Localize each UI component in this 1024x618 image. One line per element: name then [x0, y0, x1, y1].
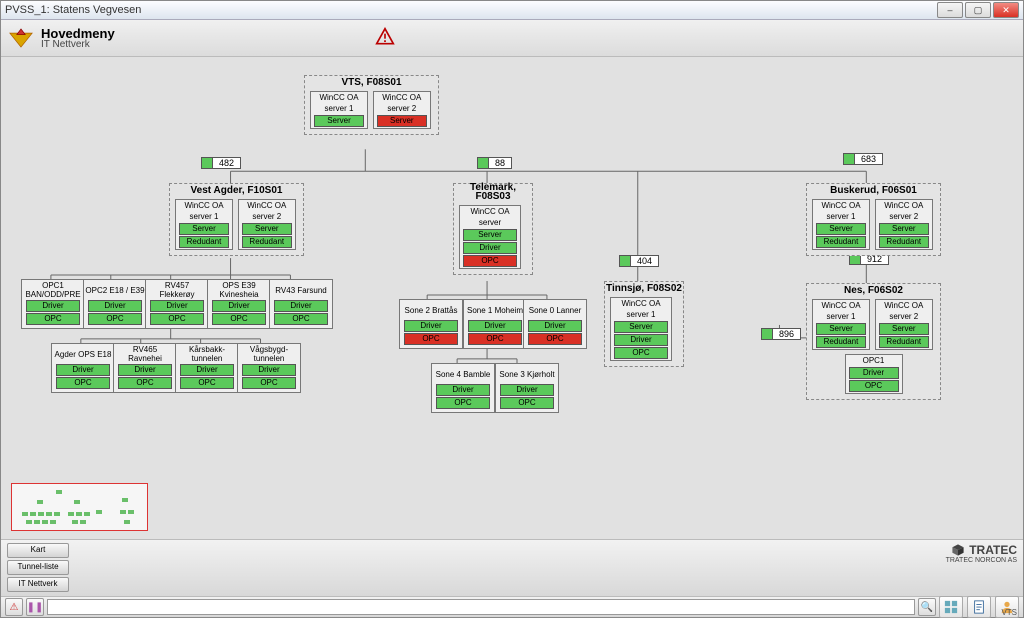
- server-box[interactable]: WinCC OAserver 1ServerRedudant: [175, 199, 233, 250]
- page-title: Hovedmeny: [41, 27, 115, 40]
- unit-box[interactable]: OPS E39 KvinesheiaDriverOPC: [207, 279, 271, 329]
- tunnel-liste-button[interactable]: Tunnel-liste: [7, 560, 69, 575]
- cube-icon: [951, 543, 965, 557]
- columns-button[interactable]: ❚❚: [26, 598, 44, 616]
- grid-icon[interactable]: [939, 596, 963, 618]
- unit-box[interactable]: OPC2 E18 / E39DriverOPC: [83, 279, 147, 329]
- server-box[interactable]: WinCC OAserverServerDriverOPC: [459, 205, 521, 269]
- server-box[interactable]: WinCC OAserver 1Server: [310, 91, 368, 129]
- server-box[interactable]: WinCC OAserver 2ServerRedudant: [238, 199, 296, 250]
- window-title: PVSS_1: Statens Vegvesen: [5, 4, 141, 16]
- unit-box[interactable]: Sone 3 KjørholtDriverOPC: [495, 363, 559, 413]
- group-nes[interactable]: Nes, F06S02 WinCC OAserver 1ServerReduda…: [806, 283, 941, 400]
- warning-icon[interactable]: [375, 27, 395, 50]
- group-buskerud[interactable]: Buskerud, F06S01 WinCC OAserver 1ServerR…: [806, 183, 941, 256]
- group-vts[interactable]: VTS, F08S01 WinCC OAserver 1Server WinCC…: [304, 75, 439, 135]
- group-vest-agder[interactable]: Vest Agder, F10S01 WinCC OAserver 1Serve…: [169, 183, 304, 256]
- status-input[interactable]: [47, 599, 915, 615]
- link-counter: 482: [201, 157, 241, 169]
- server-box[interactable]: WinCC OAserver 1ServerRedudant: [812, 199, 870, 250]
- unit-box[interactable]: RV465 RavneheiDriverOPC: [113, 343, 177, 393]
- status-bar: ⚠ ❚❚ 🔍 VTS: [1, 596, 1023, 617]
- unit-box[interactable]: Agder OPS E18DriverOPC: [51, 343, 115, 393]
- group-telemark[interactable]: Telemark, F08S03 WinCC OAserverServerDri…: [453, 183, 533, 275]
- document-icon[interactable]: [967, 596, 991, 618]
- footer-label: VTS: [1001, 608, 1017, 617]
- page-subtitle: IT Nettverk: [41, 40, 115, 50]
- kart-button[interactable]: Kart: [7, 543, 69, 558]
- search-button[interactable]: 🔍: [918, 598, 936, 616]
- close-button[interactable]: ✕: [993, 2, 1019, 18]
- alert-button[interactable]: ⚠: [5, 598, 23, 616]
- server-box[interactable]: WinCC OAserver 2Server: [373, 91, 431, 129]
- unit-box[interactable]: Vågsbygd-tunnelenDriverOPC: [237, 343, 301, 393]
- server-box[interactable]: WinCC OAserver 2ServerRedudant: [875, 299, 933, 350]
- header: Hovedmeny IT Nettverk: [1, 20, 1023, 57]
- unit-box[interactable]: OPC1 BAN/ODD/PREDriverOPC: [21, 279, 85, 329]
- link-counter: 404: [619, 255, 659, 267]
- group-tinnsjo[interactable]: Tinnsjø, F08S02 WinCC OAserver 1ServerDr…: [604, 281, 684, 367]
- server-box[interactable]: WinCC OAserver 2ServerRedudant: [875, 199, 933, 250]
- minimize-button[interactable]: –: [937, 2, 963, 18]
- unit-box[interactable]: Sone 4 BambleDriverOPC: [431, 363, 495, 413]
- unit-box[interactable]: RV43 FarsundDriverOPC: [269, 279, 333, 329]
- maximize-button[interactable]: ▢: [965, 2, 991, 18]
- server-box[interactable]: WinCC OAserver 1ServerRedudant: [812, 299, 870, 350]
- network-canvas: 482 88 404 683 912 896 VTS, F08S01 WinCC…: [1, 57, 1023, 539]
- unit-box[interactable]: Sone 0 LannerDriverOPC: [523, 299, 587, 349]
- unit-box[interactable]: Kårsbakk-tunnelenDriverOPC: [175, 343, 239, 393]
- svv-logo-icon: [7, 27, 35, 49]
- brand-logo: TRATEC TRATEC NORCON AS: [946, 543, 1017, 564]
- link-counter: 683: [843, 153, 883, 165]
- unit-box[interactable]: RV457 FlekkerøyDriverOPC: [145, 279, 209, 329]
- unit-box[interactable]: Sone 2 BrattåsDriverOPC: [399, 299, 463, 349]
- link-counter: 896: [761, 328, 801, 340]
- server-box[interactable]: WinCC OAserver 1ServerDriverOPC: [610, 297, 672, 361]
- unit-box[interactable]: OPC1DriverOPC: [845, 354, 903, 394]
- titlebar: PVSS_1: Statens Vegvesen – ▢ ✕: [1, 1, 1023, 20]
- unit-box[interactable]: Sone 1 MoheimDriverOPC: [463, 299, 527, 349]
- toolbar: Kart Tunnel-liste IT Nettverk TRATEC TRA…: [1, 539, 1023, 596]
- minimap[interactable]: [11, 483, 148, 531]
- link-counter: 88: [477, 157, 512, 169]
- it-nettverk-button[interactable]: IT Nettverk: [7, 577, 69, 592]
